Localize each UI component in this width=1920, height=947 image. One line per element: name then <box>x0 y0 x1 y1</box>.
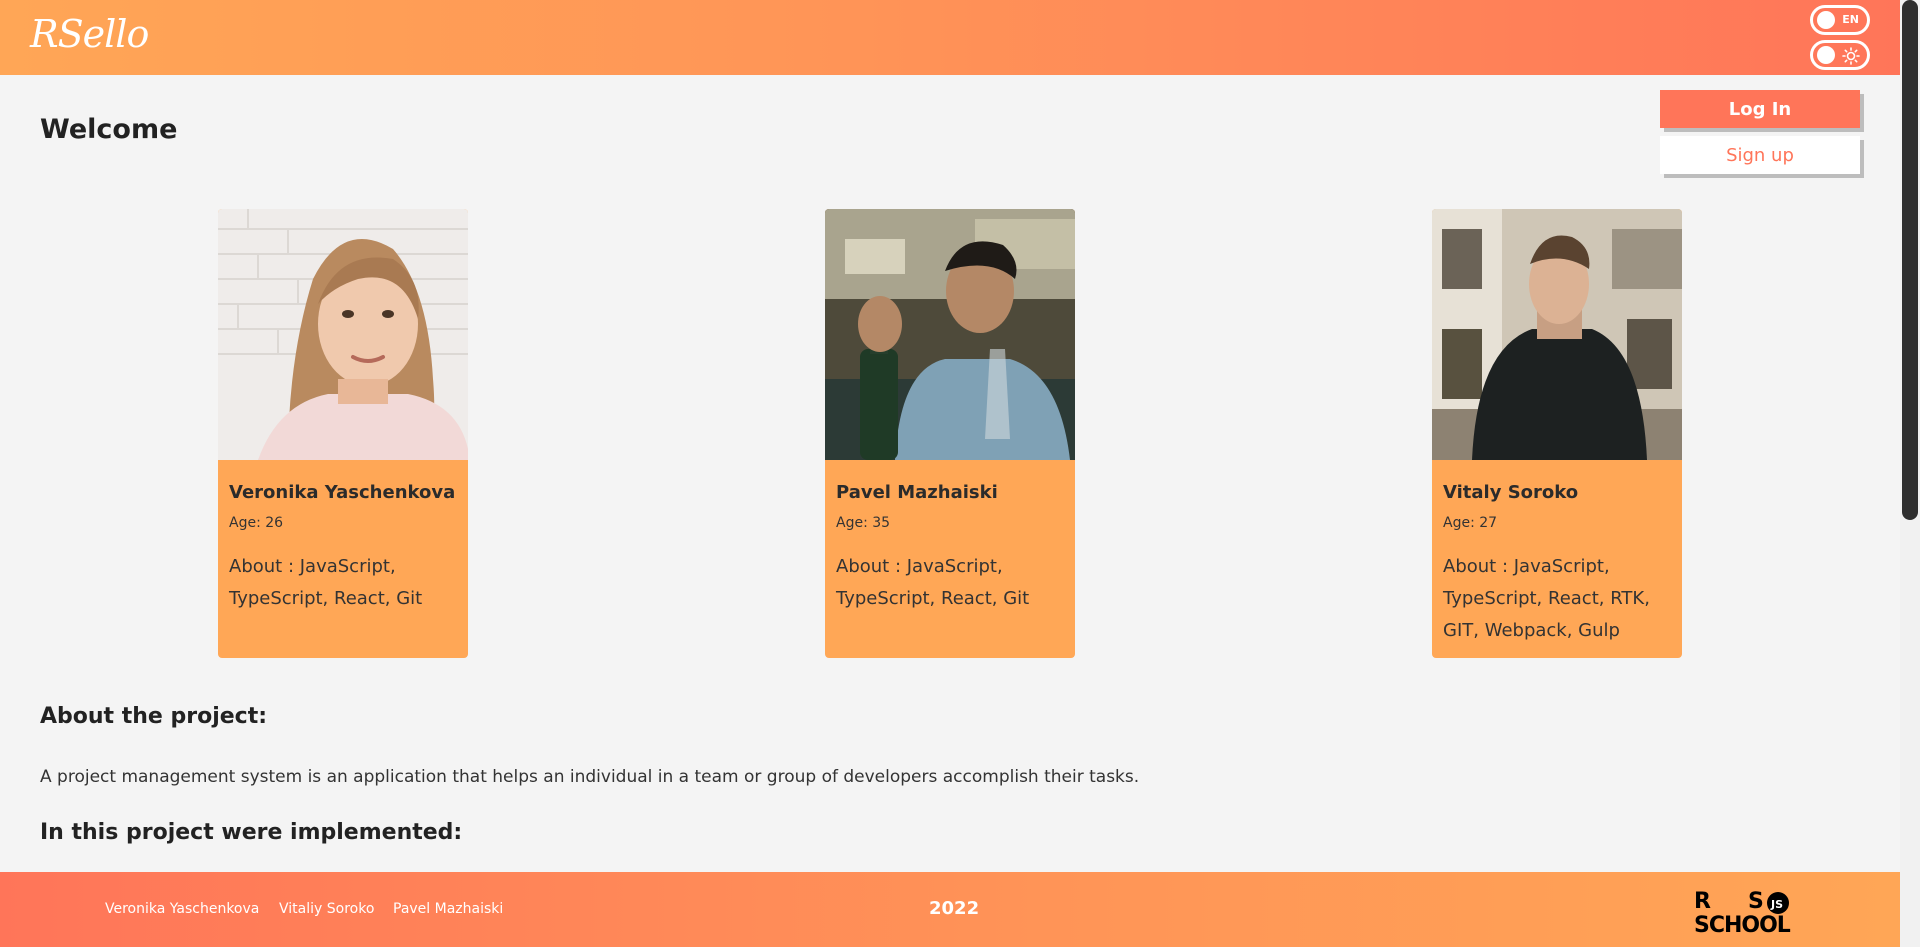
header: RSello EN <box>0 0 1900 75</box>
svg-text:SCHOOL: SCHOOL <box>1694 913 1791 934</box>
team-member-age: Age: 27 <box>1443 515 1498 531</box>
sun-icon <box>1842 47 1860 65</box>
team-member-age: Age: 26 <box>229 515 284 531</box>
page-scrollbar[interactable] <box>1900 0 1920 947</box>
footer-link-github[interactable]: Pavel Mazhaiski <box>393 901 503 917</box>
app-root: RSello EN Log In Sign up Welcome Veronik… <box>0 0 1900 947</box>
footer-year: 2022 <box>929 898 980 919</box>
footer-link-github[interactable]: Veronika Yaschenkova <box>105 901 259 917</box>
toggle-knob <box>1817 11 1835 29</box>
team-photo <box>825 209 1075 460</box>
team-member-about: About : JavaScript, TypeScript, React, G… <box>836 556 1030 609</box>
team-member-age: Age: 35 <box>836 515 891 531</box>
team-member-name: Vitaly Soroko <box>1443 482 1579 503</box>
svg-text:S: S <box>1748 889 1764 914</box>
footer-link-github[interactable]: Vitaliy Soroko <box>279 901 374 917</box>
language-label: EN <box>1842 13 1859 26</box>
team-member-about: About : JavaScript, TypeScript, React, R… <box>1443 556 1650 641</box>
theme-toggle[interactable] <box>1810 40 1870 70</box>
about-project-text: A project management system is an applic… <box>40 767 1140 787</box>
signup-button[interactable]: Sign up <box>1660 136 1860 174</box>
team-card: Pavel Mazhaiski Age: 35 About : JavaScri… <box>825 209 1075 658</box>
language-toggle[interactable]: EN <box>1810 5 1870 35</box>
about-project-heading: About the project: <box>40 704 268 729</box>
team-photo <box>218 209 468 460</box>
team-photo <box>1432 209 1682 460</box>
team-member-name: Pavel Mazhaiski <box>836 482 998 503</box>
team-card: Vitaly Soroko Age: 27 About : JavaScript… <box>1432 209 1682 658</box>
team-member-name: Veronika Yaschenkova <box>229 482 456 503</box>
toggle-knob <box>1817 46 1835 64</box>
rs-school-logo[interactable]: R S SCHOOL JS <box>1692 886 1812 934</box>
app-logo[interactable]: RSello <box>30 12 149 56</box>
svg-text:R: R <box>1694 889 1711 914</box>
login-button[interactable]: Log In <box>1660 90 1860 128</box>
team-member-about: About : JavaScript, TypeScript, React, G… <box>229 556 423 609</box>
svg-text:JS: JS <box>1770 898 1783 911</box>
footer: Veronika Yaschenkova Vitaliy Soroko Pave… <box>0 872 1900 947</box>
scrollbar-thumb[interactable] <box>1902 0 1918 520</box>
team-card: Veronika Yaschenkova Age: 26 About : Jav… <box>218 209 468 658</box>
page-title: Welcome <box>40 114 178 145</box>
implemented-heading: In this project were implemented: <box>40 820 463 845</box>
